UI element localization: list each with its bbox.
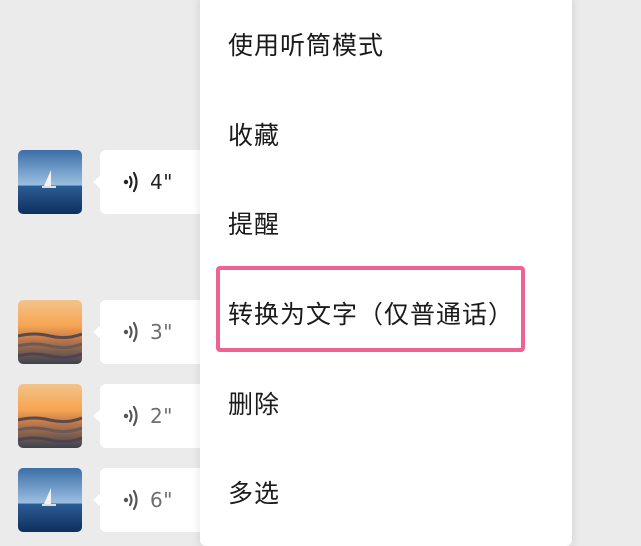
avatar[interactable] — [18, 300, 82, 364]
menu-item-label: 收藏 — [228, 121, 281, 150]
voice-duration: 3" — [150, 320, 173, 344]
voice-wave-icon — [122, 320, 144, 344]
voice-wave-icon — [122, 488, 144, 512]
menu-item-earpiece-mode[interactable]: 使用听筒模式 — [200, 14, 572, 74]
menu-item-label: 转换为文字（仅普通话） — [228, 300, 515, 329]
avatar[interactable] — [18, 384, 82, 448]
voice-duration: 2" — [150, 404, 173, 428]
menu-item-delete[interactable]: 删除 — [200, 373, 572, 433]
menu-item-label: 使用听筒模式 — [228, 31, 385, 60]
menu-item-label: 多选 — [228, 479, 281, 508]
voice-wave-icon — [122, 404, 144, 428]
menu-item-convert-to-text[interactable]: 转换为文字（仅普通话） — [200, 283, 572, 343]
avatar[interactable] — [18, 468, 82, 532]
menu-item-multi-select[interactable]: 多选 — [200, 462, 572, 522]
voice-duration: 6" — [150, 488, 173, 512]
voice-wave-icon — [122, 170, 144, 194]
menu-item-label: 提醒 — [228, 210, 281, 239]
menu-item-label: 删除 — [228, 390, 281, 419]
menu-item-favorite[interactable]: 收藏 — [200, 104, 572, 164]
avatar[interactable] — [18, 150, 82, 214]
context-menu: 使用听筒模式 收藏 提醒 转换为文字（仅普通话） 删除 多选 — [200, 0, 572, 546]
voice-duration: 4" — [150, 170, 173, 194]
menu-item-remind[interactable]: 提醒 — [200, 193, 572, 253]
